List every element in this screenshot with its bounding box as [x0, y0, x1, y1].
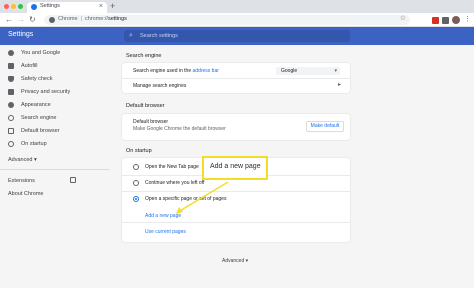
callout-arrow-icon: [176, 181, 229, 214]
browser-window: Settings × + ← → ↻ Chrome | chrome://set…: [0, 0, 474, 288]
